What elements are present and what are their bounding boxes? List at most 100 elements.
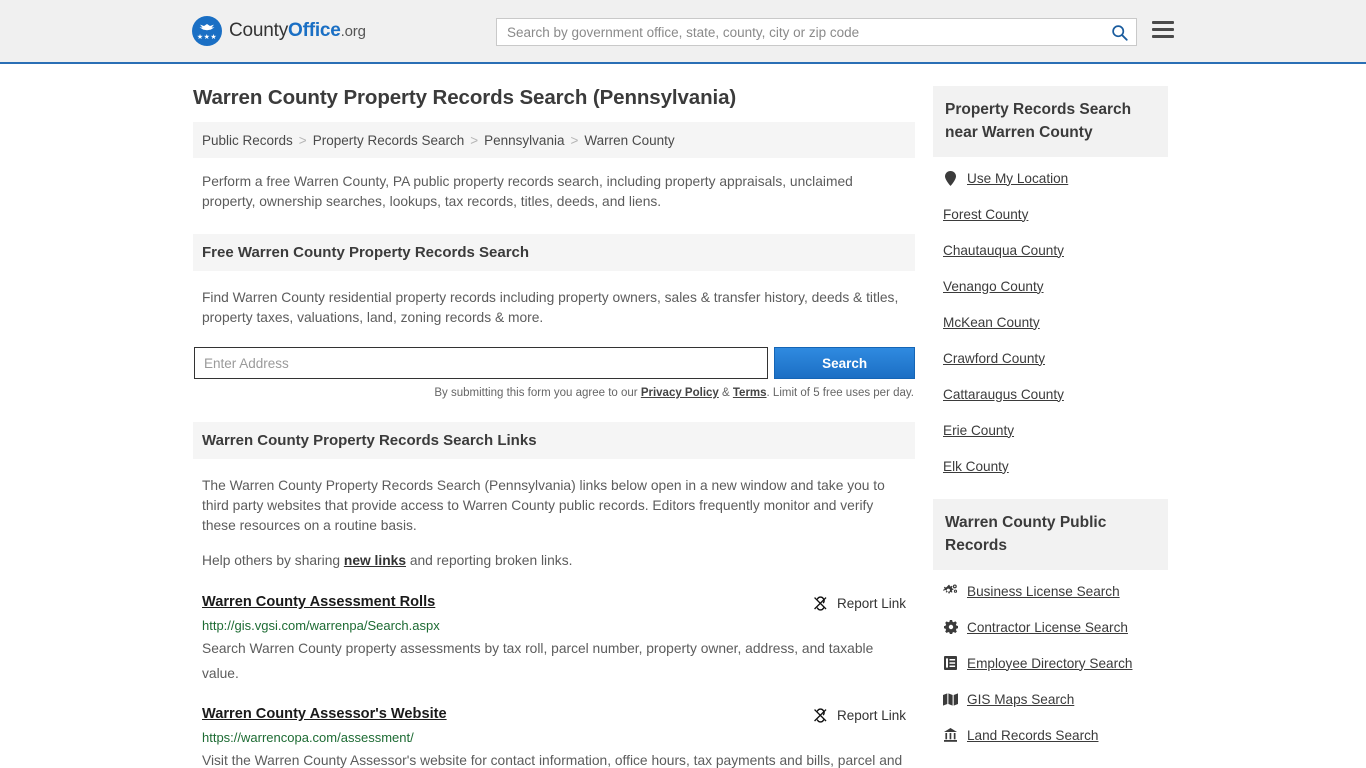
- search-submit-button[interactable]: [1102, 19, 1136, 45]
- sidebar-item-venango-county[interactable]: Venango County: [943, 275, 1168, 297]
- main-content: Warren County Property Records Search (P…: [193, 86, 915, 768]
- new-links-link[interactable]: new links: [344, 553, 406, 568]
- hamburger-bar: [1152, 35, 1174, 38]
- broken-link-icon: [812, 707, 829, 724]
- broken-link-icon: [812, 595, 829, 612]
- logo-wordmark: CountyOffice.org: [229, 20, 366, 42]
- global-search-bar[interactable]: [496, 18, 1137, 46]
- links-section-help: Help others by sharing new links and rep…: [193, 551, 915, 571]
- sidebar-link-label[interactable]: Elk County: [943, 459, 1009, 474]
- sidebar-nearby-list: Use My Location Forest County Chautauqua…: [933, 157, 1168, 477]
- free-search-description: Find Warren County residential property …: [193, 288, 915, 328]
- breadcrumb-item-public-records[interactable]: Public Records: [202, 133, 293, 148]
- sidebar-link-label[interactable]: Business License Search: [967, 584, 1120, 599]
- sidebar-link-label[interactable]: Land Records Search: [967, 728, 1098, 743]
- link-result-header: Warren County Assessor's Website Report …: [202, 706, 906, 724]
- form-legal-notice: By submitting this form you agree to our…: [193, 387, 915, 399]
- map-pin-icon: [943, 171, 958, 186]
- cog-icon: [943, 620, 958, 634]
- page-title: Warren County Property Records Search (P…: [193, 86, 915, 110]
- sidebar-item-employee-directory-search[interactable]: Employee Directory Search: [943, 652, 1168, 674]
- report-link-button[interactable]: Report Link: [812, 594, 906, 612]
- link-result-header: Warren County Assessment Rolls Report Li…: [202, 594, 906, 612]
- sidebar-item-erie-county[interactable]: Erie County: [943, 419, 1168, 441]
- sidebar-item-contractor-license-search[interactable]: Contractor License Search: [943, 616, 1168, 638]
- breadcrumb-separator: >: [470, 133, 478, 148]
- address-search-button[interactable]: Search: [774, 347, 915, 379]
- report-link-label: Report Link: [837, 708, 906, 723]
- page-intro-text: Perform a free Warren County, PA public …: [193, 172, 915, 212]
- sidebar-item-elk-county[interactable]: Elk County: [943, 455, 1168, 477]
- breadcrumb-separator: >: [299, 133, 307, 148]
- sidebar-link-label[interactable]: Forest County: [943, 207, 1028, 222]
- breadcrumb-item-warren-county[interactable]: Warren County: [584, 133, 674, 148]
- sidebar-public-records-heading: Warren County Public Records: [933, 499, 1168, 570]
- link-result-item: Warren County Assessor's Website Report …: [193, 706, 915, 768]
- sidebar-item-land-records-search[interactable]: Land Records Search: [943, 724, 1168, 746]
- sidebar-link-label[interactable]: Use My Location: [967, 171, 1068, 186]
- help-prefix: Help others by sharing: [202, 553, 344, 568]
- site-logo[interactable]: ★★★ CountyOffice.org: [192, 16, 366, 46]
- search-icon: [1111, 24, 1128, 41]
- sidebar-link-label[interactable]: Employee Directory Search: [967, 656, 1132, 671]
- landmark-icon: [943, 728, 958, 742]
- sidebar-link-label[interactable]: GIS Maps Search: [967, 692, 1074, 707]
- link-result-url: http://gis.vgsi.com/warrenpa/Search.aspx: [202, 618, 906, 633]
- address-input[interactable]: [194, 347, 768, 379]
- sidebar-link-label[interactable]: Venango County: [943, 279, 1044, 294]
- sidebar-link-label[interactable]: Cattaraugus County: [943, 387, 1064, 402]
- privacy-policy-link[interactable]: Privacy Policy: [641, 387, 719, 399]
- sidebar-public-records-list: Business License Search Contractor Licen…: [933, 570, 1168, 746]
- cogs-icon: [943, 584, 958, 598]
- breadcrumb-item-pennsylvania[interactable]: Pennsylvania: [484, 133, 564, 148]
- site-header: ★★★ CountyOffice.org: [0, 0, 1366, 64]
- sidebar-item-gis-maps-search[interactable]: GIS Maps Search: [943, 688, 1168, 710]
- link-result-title[interactable]: Warren County Assessor's Website: [202, 706, 447, 722]
- legal-prefix: By submitting this form you agree to our: [434, 387, 640, 399]
- report-link-button[interactable]: Report Link: [812, 706, 906, 724]
- sidebar-item-cattaraugus-county[interactable]: Cattaraugus County: [943, 383, 1168, 405]
- breadcrumb: Public Records > Property Records Search…: [193, 122, 915, 158]
- id-card-icon: [943, 656, 958, 670]
- sidebar-item-chautauqua-county[interactable]: Chautauqua County: [943, 239, 1168, 261]
- hamburger-bar: [1152, 28, 1174, 31]
- terms-link[interactable]: Terms: [733, 387, 767, 399]
- sidebar-link-label[interactable]: Crawford County: [943, 351, 1045, 366]
- sidebar-link-label[interactable]: Chautauqua County: [943, 243, 1064, 258]
- link-result-description: Visit the Warren County Assessor's websi…: [202, 748, 906, 768]
- sidebar-nearby-heading: Property Records Search near Warren Coun…: [933, 86, 1168, 157]
- legal-suffix: . Limit of 5 free uses per day.: [767, 387, 914, 399]
- report-link-label: Report Link: [837, 596, 906, 611]
- link-result-description: Search Warren County property assessment…: [202, 636, 906, 686]
- sidebar-item-use-my-location[interactable]: Use My Location: [943, 167, 1168, 189]
- logo-part-county: County: [229, 20, 288, 41]
- content-container: Warren County Property Records Search (P…: [193, 64, 1173, 768]
- link-result-item: Warren County Assessment Rolls Report Li…: [193, 594, 915, 686]
- logo-part-office: Office: [288, 20, 341, 41]
- sidebar-link-label[interactable]: Erie County: [943, 423, 1014, 438]
- sidebar-item-crawford-county[interactable]: Crawford County: [943, 347, 1168, 369]
- sidebar-item-business-license-search[interactable]: Business License Search: [943, 580, 1168, 602]
- county-office-logo-icon: ★★★: [192, 16, 222, 46]
- map-icon: [943, 693, 958, 706]
- link-result-url: https://warrencopa.com/assessment/: [202, 730, 906, 745]
- sidebar-link-label[interactable]: McKean County: [943, 315, 1040, 330]
- search-input[interactable]: [497, 19, 1102, 45]
- legal-amp: &: [719, 387, 733, 399]
- hamburger-menu-icon[interactable]: [1152, 21, 1174, 38]
- logo-stars: ★★★: [197, 34, 217, 41]
- hamburger-bar: [1152, 21, 1174, 24]
- free-search-section-heading: Free Warren County Property Records Sear…: [193, 234, 915, 271]
- sidebar-item-forest-county[interactable]: Forest County: [943, 203, 1168, 225]
- sidebar-item-mckean-county[interactable]: McKean County: [943, 311, 1168, 333]
- eagle-glyph: [197, 23, 217, 32]
- breadcrumb-item-property-records-search[interactable]: Property Records Search: [313, 133, 465, 148]
- links-section-paragraph: The Warren County Property Records Searc…: [193, 476, 915, 536]
- sidebar-link-label[interactable]: Contractor License Search: [967, 620, 1128, 635]
- sidebar: Property Records Search near Warren Coun…: [933, 86, 1168, 768]
- help-suffix: and reporting broken links.: [406, 553, 572, 568]
- breadcrumb-separator: >: [570, 133, 578, 148]
- page-body: Warren County Property Records Search (P…: [0, 64, 1366, 768]
- links-section-heading: Warren County Property Records Search Li…: [193, 422, 915, 459]
- link-result-title[interactable]: Warren County Assessment Rolls: [202, 594, 435, 610]
